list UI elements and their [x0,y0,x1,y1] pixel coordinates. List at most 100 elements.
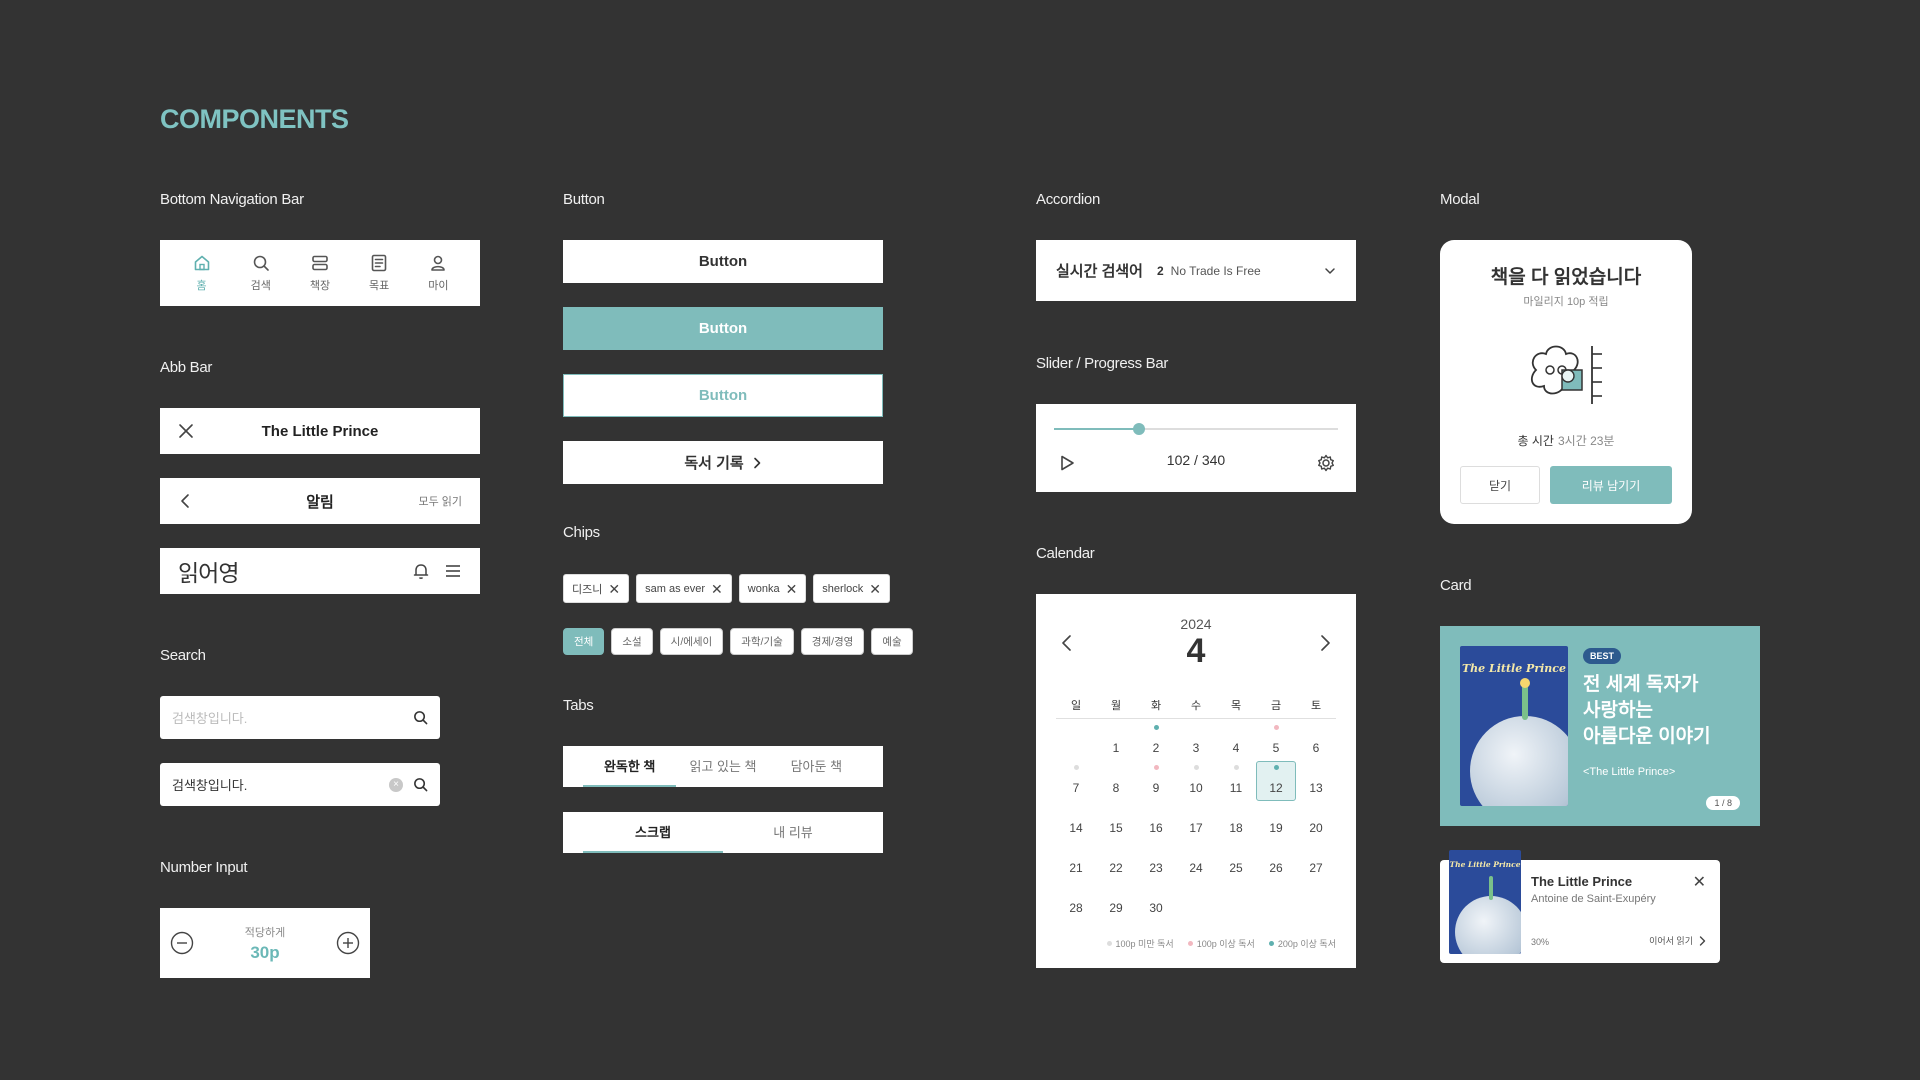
calendar-day[interactable]: 29 [1096,881,1136,921]
day-number: 9 [1152,781,1160,795]
calendar-day[interactable]: 7 [1056,761,1096,801]
tab-reading-books[interactable]: 읽고 있는 책 [676,746,769,787]
day-number: 29 [1109,901,1123,915]
time-label: 총 시간 [1517,434,1554,448]
nav-item-my[interactable]: 마이 [414,254,462,293]
legend-label: 100p 이상 독서 [1196,939,1255,949]
tab-scrap[interactable]: 스크랩 [583,812,723,853]
calendar-day[interactable]: 21 [1056,841,1096,881]
clear-icon[interactable]: × [389,777,403,792]
search-bar-empty[interactable]: 검색창입니다. [160,696,440,739]
calendar-day[interactable]: 15 [1096,801,1136,841]
calendar-day[interactable]: 17 [1176,801,1216,841]
section-label-number-input: Number Input [160,859,248,876]
menu-icon[interactable] [444,562,462,580]
calendar-day[interactable]: 4 [1216,721,1256,761]
continue-reading-link[interactable]: 이어서 읽기 [1649,934,1706,947]
day-number: 3 [1192,741,1200,755]
minus-circle-icon[interactable] [170,931,194,955]
day-number: 30 [1149,901,1163,915]
primary-button-outline[interactable]: Button [563,374,883,417]
section-label-bottom-nav: Bottom Navigation Bar [160,191,304,208]
calendar-day[interactable]: 14 [1056,801,1096,841]
calendar-day[interactable]: 20 [1296,801,1336,841]
chip-sherlock[interactable]: sherlock ✕ [813,574,890,603]
calendar-day[interactable]: 25 [1216,841,1256,881]
calendar-day[interactable]: 3 [1176,721,1216,761]
calendar-day[interactable]: 9 [1136,761,1176,801]
accordion-text: No Trade Is Free [1170,263,1261,278]
slider-thumb[interactable] [1133,423,1146,435]
category-chip-science[interactable]: 과학/기술 [730,628,794,655]
chip-wonka[interactable]: wonka ✕ [738,574,807,603]
read-all-link[interactable]: 모두 읽기 [418,493,462,509]
nav-item-search[interactable]: 검색 [237,254,285,293]
category-chip-novel[interactable]: 소설 [611,628,653,655]
tab-finished-books[interactable]: 완독한 책 [583,746,677,787]
plus-circle-icon[interactable] [336,931,360,955]
calendar-day[interactable]: 8 [1096,761,1136,801]
banner-card[interactable]: The Little Prince BEST 전 세계 독자가 사랑하는 아름다… [1440,626,1760,826]
calendar-day[interactable]: 22 [1096,841,1136,881]
calendar-day[interactable]: 5 [1256,721,1296,761]
calendar-day[interactable]: 19 [1256,801,1296,841]
calendar-day[interactable]: 13 [1296,761,1336,801]
accordion[interactable]: 실시간 검색어 2 No Trade Is Free [1036,240,1356,301]
chip-sam-as-ever[interactable]: sam as ever ✕ [636,574,732,603]
modal-review-button[interactable]: 리뷰 남기기 [1550,466,1672,504]
calendar-day[interactable]: 30 [1136,881,1176,921]
calendar-day[interactable]: 28 [1056,881,1096,921]
search-input[interactable]: 검색창입니다. [172,708,413,727]
nav-item-goal[interactable]: 목표 [355,254,403,293]
weekday-header: 수 [1190,700,1202,712]
slider-track[interactable] [1054,423,1338,435]
close-icon[interactable]: ✕ [869,582,881,596]
nav-item-home[interactable]: 홈 [178,254,226,293]
close-icon[interactable]: ✕ [786,582,798,596]
chevron-left-icon[interactable] [178,493,194,509]
calendar-day[interactable]: 12 [1256,761,1296,801]
calendar-day[interactable]: 1 [1096,721,1136,761]
close-icon[interactable]: ✕ [608,582,620,596]
calendar-day[interactable]: 18 [1216,801,1256,841]
category-chip-all[interactable]: 전체 [563,628,605,655]
calendar-day[interactable]: 24 [1176,841,1216,881]
app-logo: 읽어영 [178,561,239,587]
tab-my-review[interactable]: 내 리뷰 [723,812,863,853]
calendar-day[interactable]: 27 [1296,841,1336,881]
continue-label: 이어서 읽기 [1649,936,1693,946]
reading-record-button[interactable]: 독서 기록 [563,441,883,484]
number-display: 적당하게 30p [245,924,285,963]
search-input[interactable]: 검색창입니다. [172,775,389,794]
modal-close-button[interactable]: 닫기 [1460,466,1540,504]
search-icon[interactable] [413,777,428,792]
category-chip-art[interactable]: 예술 [871,628,913,655]
bell-icon[interactable] [412,562,430,580]
chip-disney[interactable]: 디즈니 ✕ [563,574,630,603]
primary-button-white[interactable]: Button [563,240,883,283]
category-chip-poetry[interactable]: 시/에세이 [659,628,724,655]
tab-bar-reviews: 스크랩 내 리뷰 [563,812,883,853]
calendar-day[interactable]: 11 [1216,761,1256,801]
close-icon[interactable]: ✕ [1693,872,1706,892]
close-icon[interactable] [178,423,194,439]
calendar-day[interactable]: 6 [1296,721,1336,761]
close-icon[interactable]: ✕ [711,582,723,596]
search-icon[interactable] [413,710,428,725]
search-bar-filled[interactable]: 검색창입니다. × [160,763,440,806]
calendar-day[interactable]: 26 [1256,841,1296,881]
chevron-right-icon[interactable] [1318,634,1332,652]
category-chip-economy[interactable]: 경제/경영 [800,628,865,655]
calendar-day[interactable]: 2 [1136,721,1176,761]
calendar-day[interactable]: 16 [1136,801,1176,841]
book-progress-card[interactable]: The Little Prince The Little Prince Anto… [1440,850,1720,963]
tab-saved-books[interactable]: 담아둔 책 [770,746,863,787]
number-caption: 적당하게 [244,926,286,939]
nav-item-bookshelf[interactable]: 책장 [296,254,344,293]
calendar-day[interactable]: 10 [1176,761,1216,801]
calendar-day[interactable]: 23 [1136,841,1176,881]
bookshelf-icon [312,255,328,270]
chevron-down-icon[interactable] [1324,265,1336,277]
settings-icon[interactable] [1316,453,1336,473]
primary-button-filled[interactable]: Button [563,307,883,350]
